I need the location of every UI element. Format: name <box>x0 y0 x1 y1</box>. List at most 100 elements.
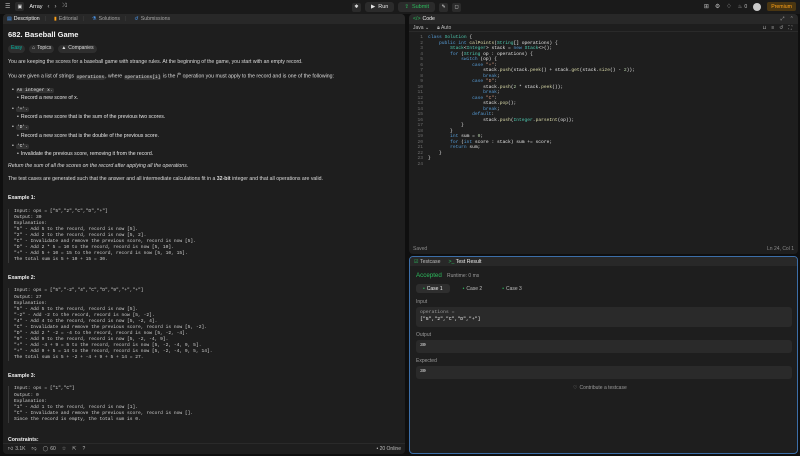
layout-icon[interactable]: ⊞ <box>704 3 709 10</box>
whiteboard-icon[interactable]: ◻ <box>452 2 462 12</box>
avatar[interactable] <box>753 2 762 11</box>
input-label: Input <box>416 299 428 305</box>
top-bar: ☰ ▣ Array ‹ › ⤨ ✱ ▶ Run ⇪ Submit ✎ ◻ ⊞ ⚙ ♢… <box>0 0 800 14</box>
collapse-icon[interactable]: ⌃ <box>790 16 794 23</box>
list-item: • 'C'. • Invalidate the previous score, re… <box>12 143 154 158</box>
history-icon: ↺ <box>134 16 139 22</box>
tab-editorial[interactable]: ▮ Editorial | <box>54 16 84 22</box>
bookmark-icon[interactable]: ⊔ <box>762 25 766 31</box>
code-footer: Saved Ln 24, Col 1 <box>409 244 798 254</box>
expected-label: Expected <box>416 358 437 364</box>
operations-list: • An integer x. • Record a new score of x.… <box>12 87 400 159</box>
left-tabs: ▤ Description | ▮ Editorial | ⚗ Solutions | ↺ S… <box>3 14 405 24</box>
lock-icon: ▲ <box>61 45 67 51</box>
input-box: operations = ["5","2","C","D","+"] <box>416 307 792 327</box>
example-1-title: Example 1: <box>8 195 36 202</box>
prev-problem-icon[interactable]: ‹ <box>48 4 50 10</box>
shuffle-icon[interactable]: ⤨ <box>62 3 67 10</box>
contribute-testcase-link[interactable]: ♡ Contribute a testcase <box>573 385 627 391</box>
description-icon: ▤ <box>7 16 12 22</box>
tab-test-result[interactable]: >_ Test Result <box>449 259 482 265</box>
play-icon: ▶ <box>371 4 376 10</box>
star-icon[interactable]: ☆ <box>62 446 66 452</box>
flask-icon: ⚗ <box>92 16 97 22</box>
submit-button[interactable]: ⇪ Submit <box>398 2 436 12</box>
share-icon[interactable]: ⇱ <box>72 446 76 452</box>
test-tabs: ☑ Testcase >_ Test Result <box>410 257 797 266</box>
problem-list-title[interactable]: Array <box>29 4 42 10</box>
example-2-body: Input: ops = ["5","-2","4","C","D","9","… <box>8 288 400 362</box>
example-2-title: Example 2: <box>8 275 36 282</box>
problem-title: 682. Baseball Game <box>8 30 79 39</box>
check-box-icon: ☑ <box>414 258 419 265</box>
verdict: Accepted <box>416 272 442 279</box>
like-button[interactable]: 👍︎ 3.1K <box>8 446 26 452</box>
premium-button[interactable]: Premium <box>767 2 796 11</box>
code-icon: </> <box>413 16 421 22</box>
description-panel: ▤ Description | ▮ Editorial | ⚗ Solutions | ↺ S… <box>3 14 405 454</box>
line-number: 24 <box>417 161 423 167</box>
list-item: • An integer x. • Record a new score of x. <box>12 86 79 102</box>
companies-chip[interactable]: ▲ Companies <box>58 44 97 53</box>
return-text: Return the sum of all the scores on the … <box>8 162 189 169</box>
intro-text: You are keeping the scores for a basebal… <box>8 58 303 65</box>
list-item: • 'D'. • Record a new score that is the do… <box>12 124 159 139</box>
case-tab-3[interactable]: • Case 3 <box>495 284 529 293</box>
maximize-icon[interactable]: ⤢ <box>780 16 784 23</box>
case-tab-2[interactable]: • Case 2 <box>456 284 490 293</box>
next-problem-icon[interactable]: › <box>55 4 57 10</box>
settings-icon[interactable]: ⚙ <box>715 3 720 10</box>
tab-description[interactable]: ▤ Description | <box>7 16 46 22</box>
code-header: </> Code ⤢ ⌃ <box>409 14 798 24</box>
thumbs-up-icon: 👍︎ <box>8 446 14 452</box>
run-button[interactable]: ▶ Run <box>365 2 395 12</box>
tab-testcase[interactable]: ☑ Testcase <box>414 259 441 265</box>
language-select[interactable]: Java ⌄ <box>413 25 429 31</box>
case-tabs: • Case 1 • Case 2 • Case 3 <box>416 284 529 293</box>
comment-icon: ◯ <box>42 446 49 452</box>
tab-solutions[interactable]: ⚗ Solutions | <box>92 16 126 22</box>
pass-dot-icon: • <box>423 285 425 292</box>
notes-icon[interactable]: ✎ <box>439 2 449 12</box>
dislike-icon[interactable]: 👎︎ <box>32 446 37 452</box>
reset-icon[interactable]: ↺ <box>779 25 783 31</box>
debug-icon[interactable]: ✱ <box>352 2 361 12</box>
given-text: You are given a list of strings operatio… <box>8 71 334 80</box>
code-editor[interactable]: 1 class Solution {2 public int calPoints(… <box>409 32 798 167</box>
difficulty-badge: Easy <box>8 44 26 53</box>
upload-icon: ⇪ <box>404 4 409 10</box>
list-icon[interactable]: ☰ <box>5 3 10 10</box>
pass-dot-icon: • <box>502 285 504 292</box>
code-panel: </> Code ⤢ ⌃ Java ⌄ 🔒︎ Auto ⊔ ≡ ↺ ⛶ 1 clas… <box>409 14 798 254</box>
output-box: 30 <box>416 340 792 353</box>
tag-icon: ⌂ <box>32 45 36 51</box>
save-status: Saved <box>413 246 428 252</box>
tab-submissions[interactable]: ↺ Submissions <box>134 16 170 22</box>
problem-list-icon[interactable]: ▣ <box>15 2 25 11</box>
code-line[interactable]: 24 <box>409 162 798 168</box>
streak-counter[interactable]: ♨ 0 <box>738 4 748 10</box>
example-3-body: Input: ops = ["1","C"] Output: 0 Explana… <box>8 386 400 423</box>
code-title: Code <box>422 16 435 22</box>
case-tab-1[interactable]: • Case 1 <box>416 284 450 293</box>
lock-icon: 🔒︎ <box>437 24 440 31</box>
runtime: Runtime: 0 ms <box>447 273 480 279</box>
left-footer: 👍︎ 3.1K 👎︎ ◯ 60 ☆ ⇱ ? • 20 Online <box>3 443 405 454</box>
note-text: The test cases are generated such that t… <box>8 176 323 183</box>
chevron-down-icon: ⌄ <box>424 24 430 31</box>
flame-icon: ♨ <box>737 3 743 10</box>
topics-chip[interactable]: ⌂ Topics <box>29 44 55 53</box>
fullscreen-icon[interactable]: ⛶ <box>788 25 792 31</box>
book-icon: ▮ <box>54 16 57 22</box>
format-icon[interactable]: ≡ <box>771 25 774 31</box>
output-label: Output <box>416 332 432 338</box>
auto-mode[interactable]: 🔒︎ Auto <box>437 25 451 31</box>
example-3-title: Example 3: <box>8 373 36 380</box>
expected-box: 30 <box>416 366 792 379</box>
comments-button[interactable]: ◯ 60 <box>43 446 56 452</box>
language-bar: Java ⌄ 🔒︎ Auto ⊔ ≡ ↺ ⛶ <box>409 24 798 32</box>
heart-icon: ♡ <box>573 385 578 391</box>
help-icon[interactable]: ? <box>82 446 85 452</box>
notifications-icon[interactable]: ♢ <box>726 3 731 10</box>
test-panel: ☑ Testcase >_ Test Result Accepted Runti… <box>409 256 798 454</box>
